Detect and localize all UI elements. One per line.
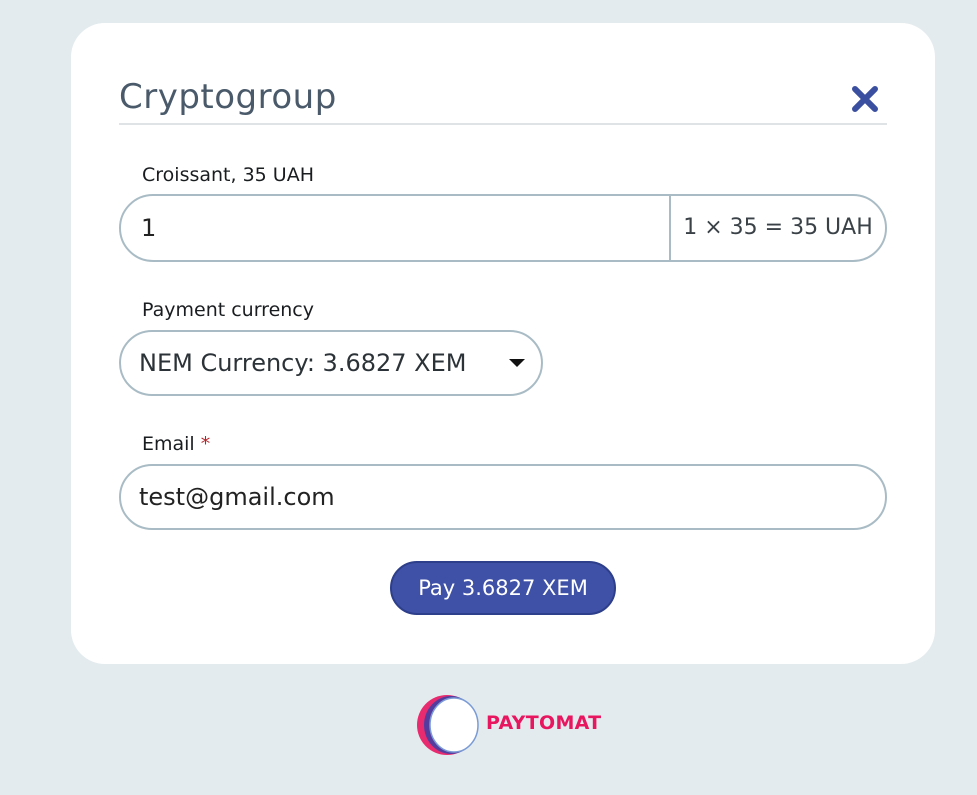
dialog-title: Cryptogroup — [119, 77, 337, 117]
quantity-input[interactable] — [121, 196, 691, 260]
email-field[interactable] — [121, 466, 879, 528]
currency-label: Payment currency — [142, 299, 315, 321]
currency-select[interactable]: NEM Currency: 3.6827 XEM — [119, 330, 543, 396]
pay-button[interactable]: Pay 3.6827 XEM — [390, 561, 616, 615]
paytomat-logo: PAYTOMAT — [414, 693, 604, 757]
email-label-row: Email * — [142, 432, 210, 456]
quantity-total: 1 × 35 = 35 UAH — [669, 196, 885, 260]
product-label: Croissant, 35 UAH — [142, 164, 314, 186]
caret-down-icon — [509, 359, 525, 367]
dialog-header: Cryptogroup — [119, 75, 887, 125]
email-label: Email — [142, 433, 195, 455]
currency-selected-value: NEM Currency: 3.6827 XEM — [139, 349, 467, 377]
paytomat-logo-text: PAYTOMAT — [486, 712, 602, 734]
paytomat-logo-icon — [417, 695, 479, 755]
email-field-wrapper — [119, 464, 887, 530]
close-icon[interactable] — [851, 85, 879, 113]
quantity-group: 1 × 35 = 35 UAH — [119, 194, 887, 262]
required-asterisk: * — [200, 433, 211, 455]
payment-dialog: Cryptogroup Croissant, 35 UAH 1 × 35 = 3… — [71, 23, 935, 664]
